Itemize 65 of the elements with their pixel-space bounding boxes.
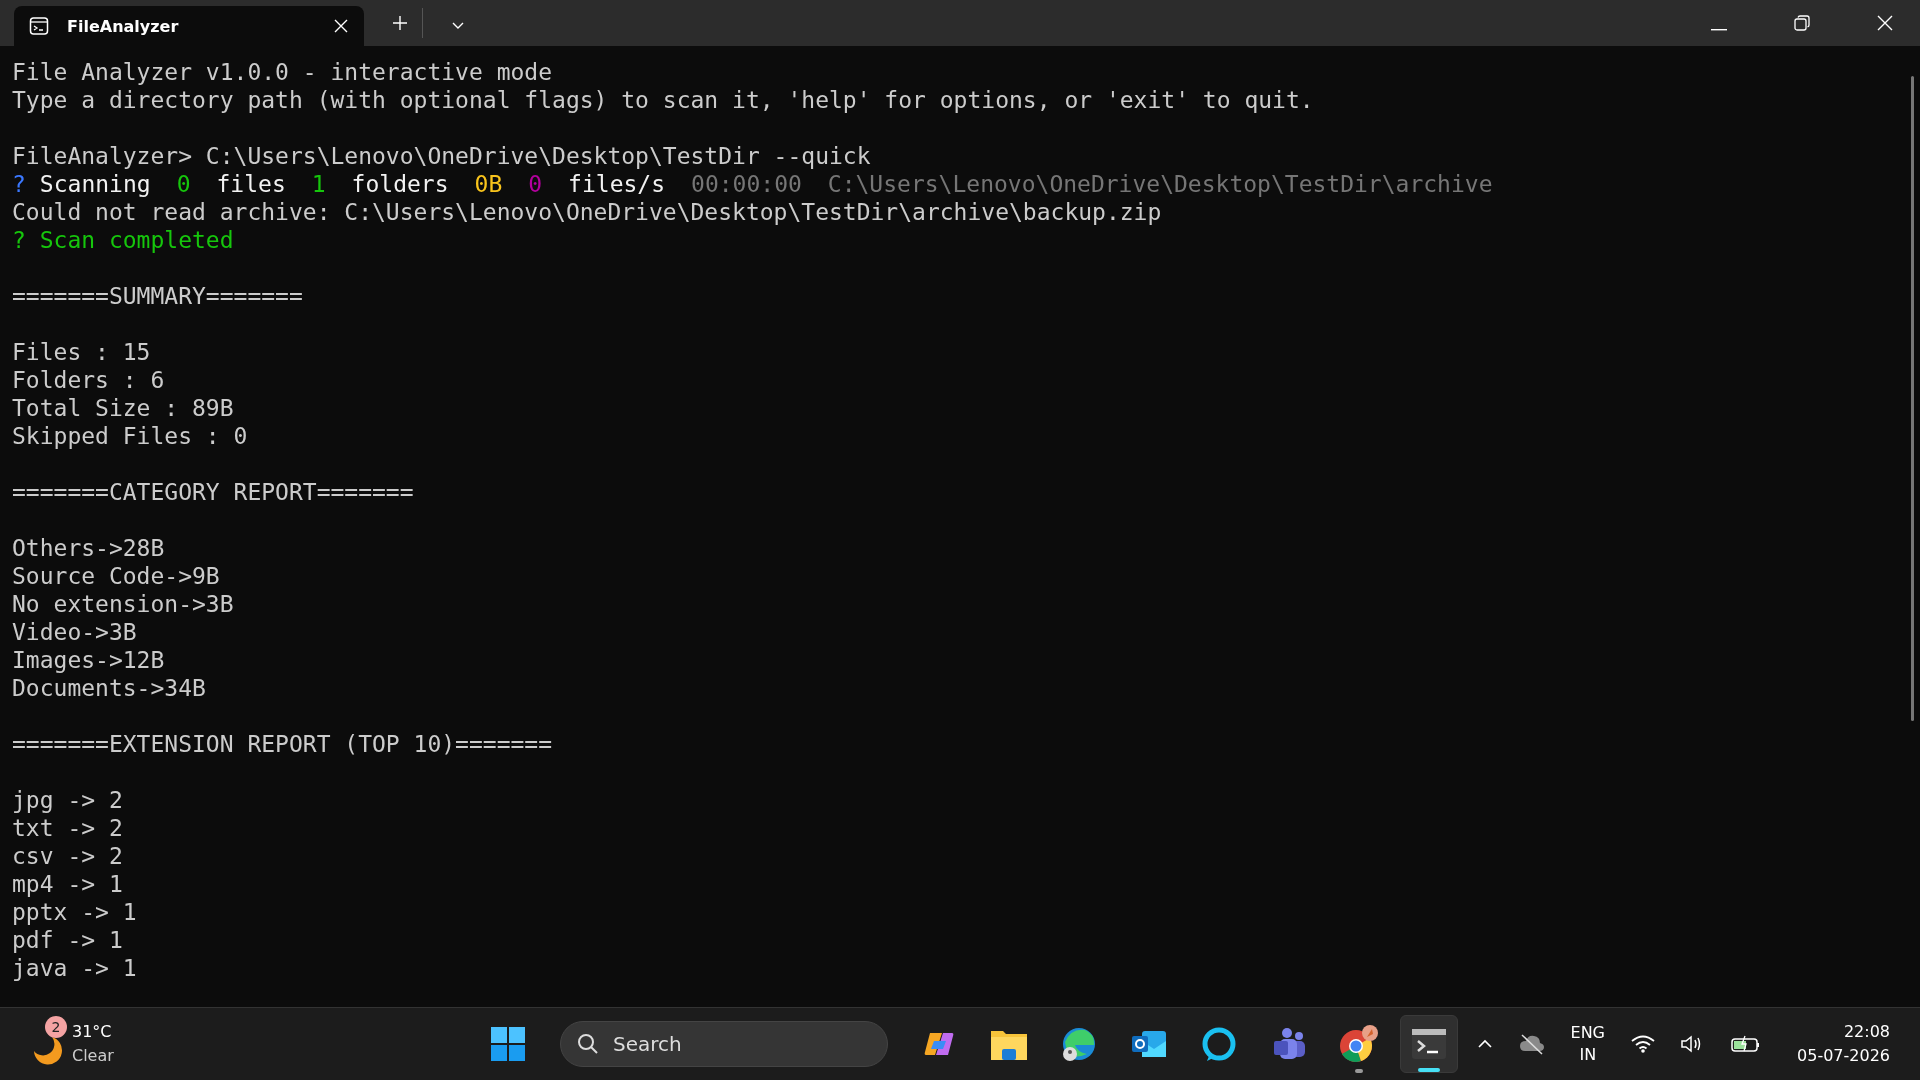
terminal-text: ? Scan completed <box>12 226 234 254</box>
search-bar[interactable]: Search <box>560 1021 888 1067</box>
terminal-text: =======CATEGORY REPORT======= <box>12 478 414 506</box>
search-icon <box>577 1033 599 1055</box>
windows-icon[interactable] <box>490 1026 526 1062</box>
language-indicator[interactable]: ENG IN <box>1570 1022 1605 1066</box>
terminal-icon <box>1411 1028 1447 1060</box>
terminal-text: Video->3B <box>12 618 137 646</box>
console-icon <box>29 16 49 36</box>
chrome-icon <box>1339 1025 1379 1063</box>
terminal-text: Could not read archive: C:\Users\Lenovo\OneDrive\Desktop\TestDir\archive\backup.zip <box>12 198 1162 226</box>
terminal-text: 1 <box>311 170 326 198</box>
temperature-text: 31°C <box>72 1021 113 1043</box>
chevron-up-icon[interactable] <box>1476 1039 1493 1049</box>
battery-charging-icon[interactable] <box>1731 1035 1761 1053</box>
clock-date[interactable]: 05-07-2026 <box>1797 1044 1890 1068</box>
terminal-text: 00:00:00 <box>691 170 802 198</box>
restore-icon[interactable] <box>1794 15 1810 31</box>
terminal-text: pdf -> 1 <box>12 926 123 954</box>
terminal-text: pptx -> 1 <box>12 898 137 926</box>
terminal-text: Folders : 6 <box>12 366 165 394</box>
cloud-off-icon[interactable] <box>1518 1033 1545 1055</box>
terminal-text: Documents->34B <box>12 674 206 702</box>
terminal-app-button[interactable] <box>1400 1015 1458 1073</box>
terminal-tab[interactable]: FileAnalyzer <box>14 6 364 46</box>
close-icon[interactable] <box>334 19 348 33</box>
terminal-text: Scanning <box>39 170 151 198</box>
wifi-icon[interactable] <box>1631 1035 1655 1053</box>
terminal-text: No extension->3B <box>12 590 234 618</box>
terminal-text: Files : 15 <box>12 338 151 366</box>
terminal-text: folders <box>351 170 449 198</box>
terminal-text: files/s <box>568 170 666 198</box>
caret-icon[interactable] <box>451 21 465 31</box>
clock-time[interactable]: 22:08 <box>1843 1020 1890 1044</box>
search-field[interactable]: Search <box>611 1031 855 1057</box>
minimize-icon[interactable] <box>1711 29 1727 31</box>
terminal-text: csv -> 2 <box>12 842 123 870</box>
teams-icon <box>1271 1026 1307 1062</box>
terminal-text: 0B <box>474 170 503 198</box>
new-tab-icon[interactable] <box>392 15 408 31</box>
terminal-text: Total Size : 89B <box>12 394 234 422</box>
terminal-text: mp4 -> 1 <box>12 870 123 898</box>
ring-icon <box>1201 1026 1237 1062</box>
terminal-text: Others->28B <box>12 534 165 562</box>
terminal-text: Type a directory path (with optional flags) to scan it, 'help' for options, or 'exit' to quit. <box>12 86 1314 114</box>
notification-badge: 2 <box>45 1016 67 1038</box>
terminal-text: File Analyzer v1.0.0 - interactive mode <box>12 58 553 86</box>
terminal-text: 0 <box>176 170 191 198</box>
terminal-text: files <box>216 170 286 198</box>
terminal-text: ? <box>12 170 26 198</box>
terminal-text: 0 <box>528 170 543 198</box>
terminal-text: =======SUMMARY======= <box>12 282 303 310</box>
terminal-text: C:\Users\Lenovo\OneDrive\Desktop\TestDir\archive <box>827 170 1493 198</box>
terminal-text: =======EXTENSION REPORT (TOP 10)======= <box>12 730 553 758</box>
terminal-text: jpg -> 2 <box>12 786 123 814</box>
terminal-text: txt -> 2 <box>12 814 123 842</box>
terminal-text: Images->12B <box>12 646 165 674</box>
edge-icon <box>1061 1026 1097 1062</box>
scrollbar[interactable] <box>1911 76 1914 721</box>
close-icon[interactable] <box>1877 15 1893 31</box>
terminal-text: FileAnalyzer> C:\Users\Lenovo\OneDrive\Desktop\TestDir --quick <box>12 142 871 170</box>
weather-condition: Clear <box>72 1045 114 1067</box>
terminal-text: java -> 1 <box>12 954 137 982</box>
terminal-text: Source Code->9B <box>12 562 220 590</box>
terminal-text: Skipped Files : 0 <box>12 422 248 450</box>
